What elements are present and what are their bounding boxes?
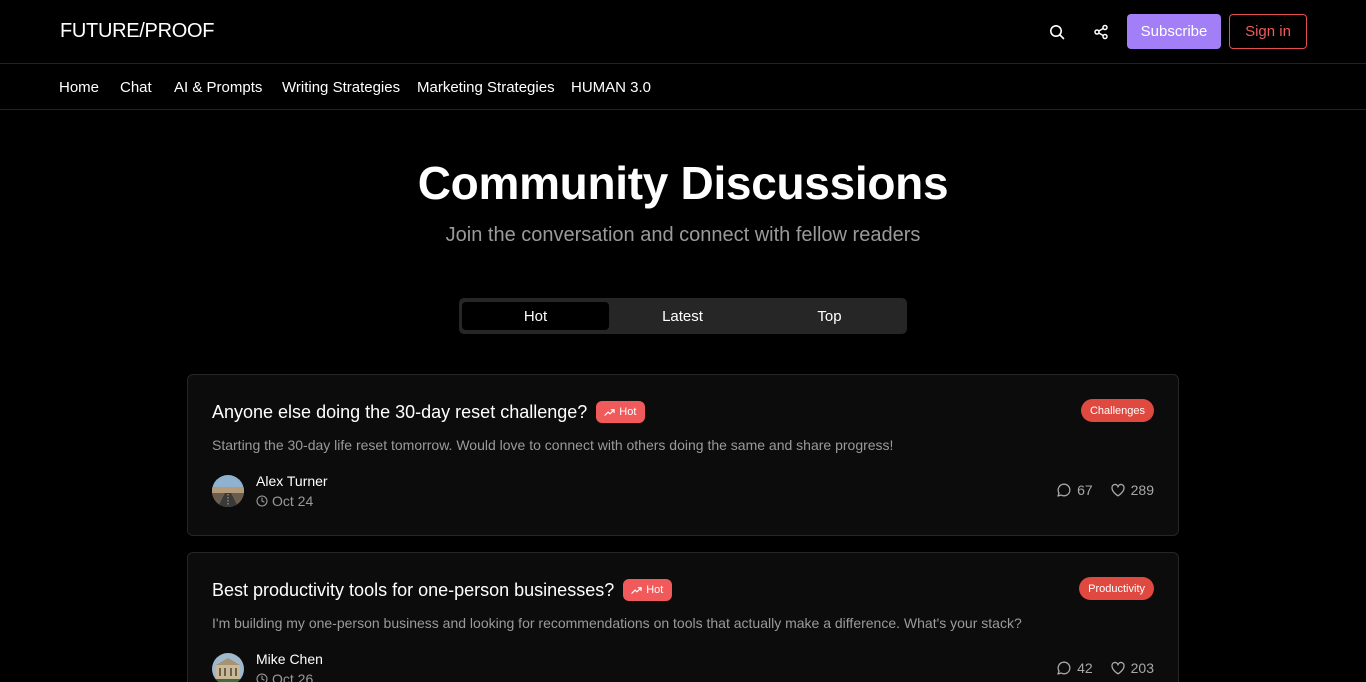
heart-icon [1110, 483, 1125, 497]
post-stats: 67 289 [1056, 482, 1154, 498]
nav-item-home[interactable]: Home [59, 79, 99, 96]
nav-item-writing-strategies[interactable]: Writing Strategies [282, 79, 400, 96]
tab-top[interactable]: Top [756, 302, 903, 330]
building-avatar[interactable] [212, 653, 244, 682]
hot-badge: Hot [623, 579, 673, 601]
comment-icon [1057, 483, 1071, 497]
comment-icon [1057, 661, 1071, 675]
author-name[interactable]: Mike Chen [256, 651, 323, 667]
nav-item-human-3[interactable]: HUMAN 3.0 [571, 79, 651, 96]
comments-count[interactable]: 67 [1056, 482, 1093, 498]
category-badge[interactable]: Challenges [1080, 399, 1154, 422]
page-title: Community Discussions [417, 157, 949, 209]
tab-latest[interactable]: Latest [609, 302, 756, 330]
trending-up-icon [631, 586, 642, 594]
likes-count-value: 289 [1130, 482, 1154, 498]
post-stats: 42 203 [1056, 660, 1154, 676]
page-subtitle: Join the conversation and connect with f… [445, 224, 921, 246]
post-excerpt: I'm building my one-person business and … [212, 615, 1022, 631]
post-date: Oct 24 [256, 493, 313, 509]
site-logo[interactable]: FUTURE/PROOF [60, 20, 214, 43]
post-date-label: Oct 26 [272, 671, 314, 682]
likes-count[interactable]: 289 [1110, 482, 1154, 498]
nav-item-marketing-strategies[interactable]: Marketing Strategies [417, 79, 555, 96]
sort-tabs: Hot Latest Top [459, 298, 907, 334]
hot-badge-label: Hot [619, 406, 637, 418]
share-icon[interactable] [1089, 20, 1113, 44]
card-title-row: Best productivity tools for one-person b… [212, 579, 673, 601]
clock-icon [256, 673, 268, 682]
likes-count[interactable]: 203 [1110, 660, 1154, 676]
comments-count[interactable]: 42 [1056, 660, 1093, 676]
subscribe-button[interactable]: Subscribe [1127, 14, 1221, 49]
road-landscape-avatar[interactable] [212, 475, 244, 507]
top-bar: FUTURE/PROOF Subscribe Sign in [0, 0, 1366, 64]
tab-hot[interactable]: Hot [462, 302, 609, 330]
discussion-card[interactable]: Best productivity tools for one-person b… [187, 552, 1179, 682]
discussion-card[interactable]: Anyone else doing the 30-day reset chall… [187, 374, 1179, 536]
post-date-label: Oct 24 [272, 493, 314, 509]
hot-badge-label: Hot [646, 584, 664, 596]
search-icon[interactable] [1045, 20, 1069, 44]
heart-icon [1110, 661, 1125, 675]
post-title[interactable]: Best productivity tools for one-person b… [212, 580, 614, 601]
nav-item-ai-prompts[interactable]: AI & Prompts [174, 79, 262, 96]
likes-count-value: 203 [1130, 660, 1154, 676]
post-date: Oct 26 [256, 671, 313, 682]
comments-count-value: 42 [1077, 660, 1093, 676]
post-excerpt: Starting the 30-day life reset tomorrow.… [212, 437, 894, 453]
comments-count-value: 67 [1077, 482, 1093, 498]
category-badge[interactable]: Productivity [1079, 577, 1154, 600]
sign-in-button[interactable]: Sign in [1229, 14, 1307, 49]
post-title[interactable]: Anyone else doing the 30-day reset chall… [212, 402, 587, 423]
clock-icon [256, 495, 268, 507]
hot-badge: Hot [596, 401, 646, 423]
main-nav: Home Chat AI & Prompts Writing Strategie… [0, 65, 1366, 110]
card-title-row: Anyone else doing the 30-day reset chall… [212, 401, 646, 423]
trending-up-icon [604, 408, 615, 416]
nav-item-chat[interactable]: Chat [120, 79, 152, 96]
author-name[interactable]: Alex Turner [256, 473, 328, 489]
